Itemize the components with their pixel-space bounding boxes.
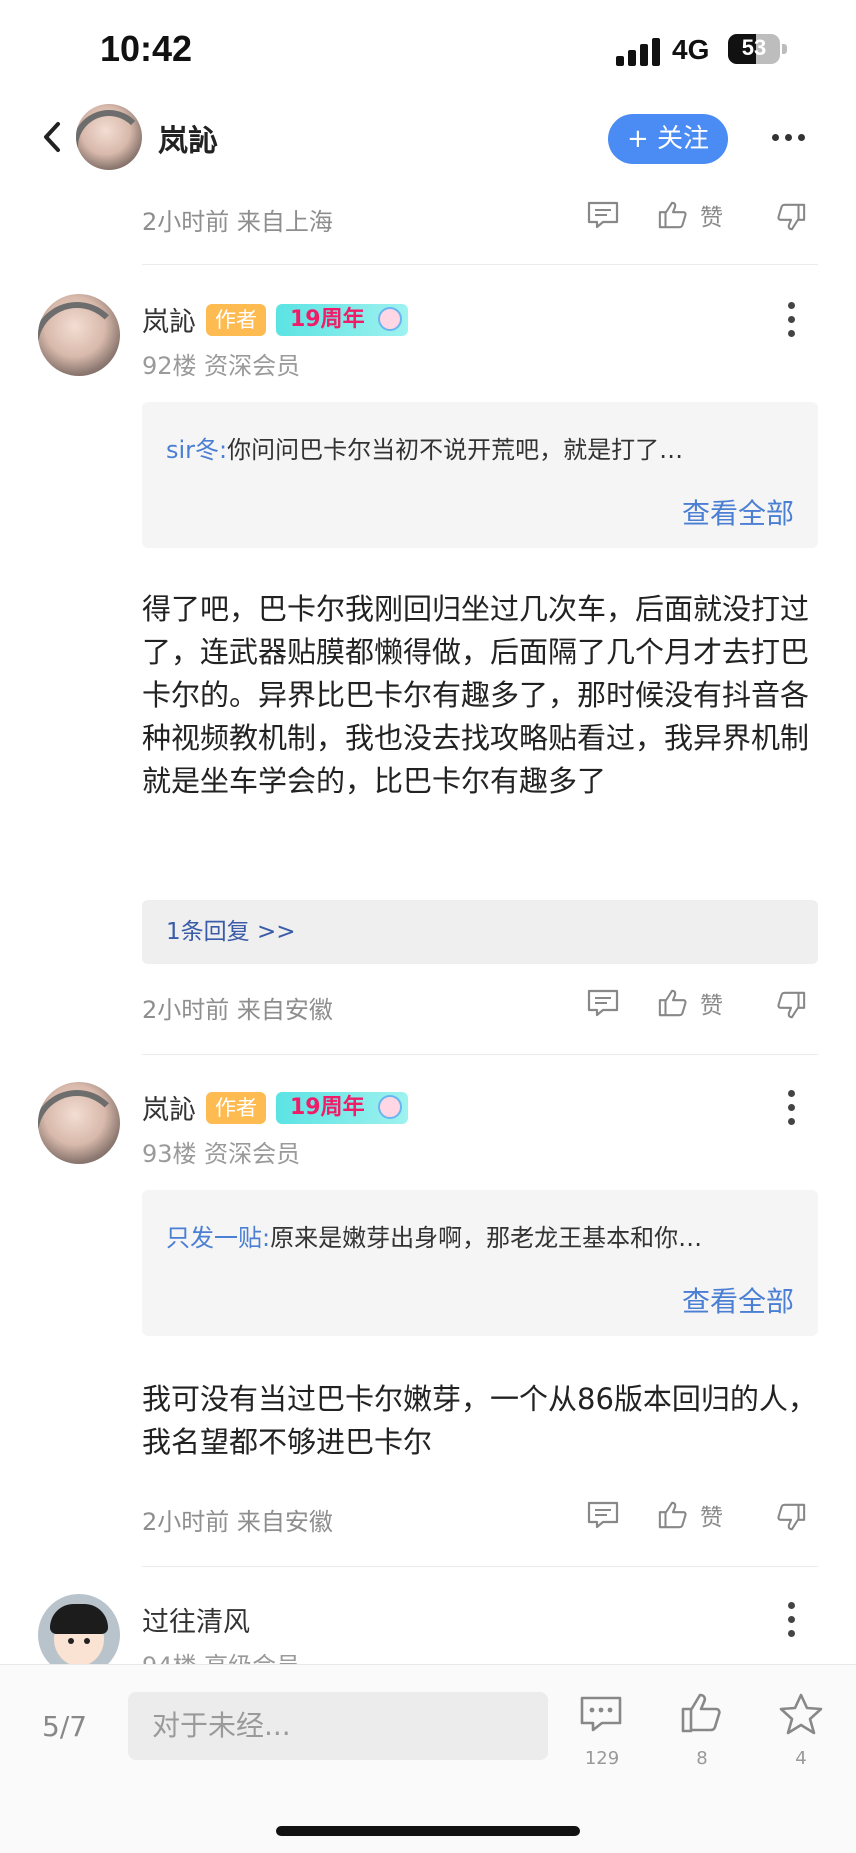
reply-button[interactable] xyxy=(586,1500,620,1534)
comment-icon xyxy=(587,201,619,229)
like-label: 赞 xyxy=(700,1505,723,1531)
mascot-icon xyxy=(378,1094,402,1119)
battery-icon: 53 xyxy=(728,34,780,64)
favorite-count: 4 xyxy=(795,1748,807,1769)
follow-button[interactable]: + 关注 xyxy=(608,114,728,164)
post-more-icon[interactable] xyxy=(788,302,795,337)
post-author[interactable]: 岚訫 xyxy=(142,300,196,339)
anniversary-badge: 19周年 xyxy=(276,1091,408,1124)
anniversary-badge: 19周年 xyxy=(276,303,408,336)
dislike-button[interactable] xyxy=(774,202,808,236)
chevron-left-icon xyxy=(44,122,60,152)
quote-line: sir冬:你问问巴卡尔当初不说开荒吧，就是打了… xyxy=(166,430,796,465)
post-author-row: 岚訫 作者 19周年 xyxy=(142,1088,408,1127)
post-floor: 92楼 资深会员 xyxy=(142,352,301,380)
quote-user[interactable]: 只发一贴: xyxy=(166,1224,270,1252)
header-username[interactable]: 岚訫 xyxy=(158,116,218,160)
reply-button[interactable] xyxy=(586,988,620,1022)
thumbs-up-icon xyxy=(658,989,687,1017)
dislike-button[interactable] xyxy=(774,990,808,1024)
quoted-reply[interactable]: 只发一贴:原来是嫩芽出身啊，那老龙王基本和你… 查看全部 xyxy=(142,1190,818,1336)
post-author-row: 岚訫 作者 19周年 xyxy=(142,300,408,339)
back-button[interactable] xyxy=(42,120,64,158)
replies-link[interactable]: 1条回复 >> xyxy=(142,900,818,964)
battery-tip xyxy=(782,44,787,54)
network-type: 4G xyxy=(672,34,710,65)
post-body: 得了吧，巴卡尔我刚回归坐过几次车，后面就没打过了，连武器贴膜都懒得做，后面隔了几… xyxy=(142,592,810,798)
quote-text: 你问问巴卡尔当初不说开荒吧，就是打了… xyxy=(227,436,684,464)
thumbs-down-icon xyxy=(777,991,806,1019)
comment-icon xyxy=(587,1501,619,1529)
star-icon xyxy=(779,1693,823,1735)
comment-icon xyxy=(587,989,619,1017)
post-meta: 2小时前 来自上海 xyxy=(142,208,333,236)
comment-input[interactable]: 对于未经... xyxy=(128,1692,548,1760)
post-more-icon[interactable] xyxy=(788,1090,795,1125)
post-meta: 2小时前 来自安徽 xyxy=(142,996,333,1024)
like-label: 赞 xyxy=(700,993,723,1019)
view-all-link[interactable]: 查看全部 xyxy=(682,1280,794,1320)
quote-text: 原来是嫩芽出身啊，那老龙王基本和你… xyxy=(270,1224,703,1252)
thumbs-down-icon xyxy=(777,1503,806,1531)
like-button[interactable]: 赞 xyxy=(656,986,723,1020)
post-body: 我可没有当过巴卡尔嫩芽，一个从86版本回归的人，我名望都不够进巴卡尔 xyxy=(142,1382,817,1459)
comment-icon xyxy=(580,1696,622,1732)
status-time: 10:42 xyxy=(100,28,193,69)
post-avatar[interactable] xyxy=(38,294,120,376)
quoted-reply[interactable]: sir冬:你问问巴卡尔当初不说开荒吧，就是打了… 查看全部 xyxy=(142,402,818,548)
divider xyxy=(142,1566,818,1567)
thumbs-up-icon xyxy=(658,1501,687,1529)
post-meta: 2小时前 来自安徽 xyxy=(142,1508,333,1536)
dislike-button[interactable] xyxy=(774,1502,808,1536)
page-indicator[interactable]: 5/7 xyxy=(42,1710,87,1743)
home-indicator xyxy=(276,1826,580,1836)
favorite-button[interactable] xyxy=(778,1692,824,1740)
author-badge: 作者 xyxy=(206,1091,266,1124)
divider xyxy=(142,264,818,265)
like-button[interactable]: 赞 xyxy=(656,198,723,232)
like-button[interactable]: 赞 xyxy=(656,1498,723,1532)
comment-count: 129 xyxy=(584,1748,620,1769)
more-options-icon[interactable] xyxy=(772,134,805,141)
post-author[interactable]: 过往清风 xyxy=(142,1600,250,1639)
header-avatar[interactable] xyxy=(76,104,142,170)
cellular-signal-icon xyxy=(616,38,662,66)
post-floor: 94楼 高级会员 xyxy=(142,1646,300,1664)
battery-level: 53 xyxy=(741,35,767,60)
divider xyxy=(142,1054,818,1055)
author-badge: 作者 xyxy=(206,303,266,336)
view-all-link[interactable]: 查看全部 xyxy=(682,492,794,532)
thumbs-down-icon xyxy=(777,203,806,231)
quote-line: 只发一贴:原来是嫩芽出身啊，那老龙王基本和你… xyxy=(166,1218,796,1253)
mascot-icon xyxy=(378,306,402,331)
anniversary-badge-text: 19周年 xyxy=(290,1094,365,1120)
post-avatar[interactable] xyxy=(38,1082,120,1164)
like-label: 赞 xyxy=(700,205,723,231)
thumbs-up-icon xyxy=(658,201,687,229)
anniversary-badge-text: 19周年 xyxy=(290,306,365,332)
post-author[interactable]: 岚訫 xyxy=(142,1088,196,1127)
like-post-button[interactable] xyxy=(680,1692,724,1738)
comments-button[interactable] xyxy=(578,1694,626,1738)
thumbs-up-icon xyxy=(681,1693,721,1733)
post-more-icon[interactable] xyxy=(788,1602,795,1637)
post-floor: 93楼 资深会员 xyxy=(142,1140,301,1168)
quote-user[interactable]: sir冬: xyxy=(166,436,227,464)
like-count: 8 xyxy=(696,1748,708,1769)
reply-button[interactable] xyxy=(586,200,620,234)
